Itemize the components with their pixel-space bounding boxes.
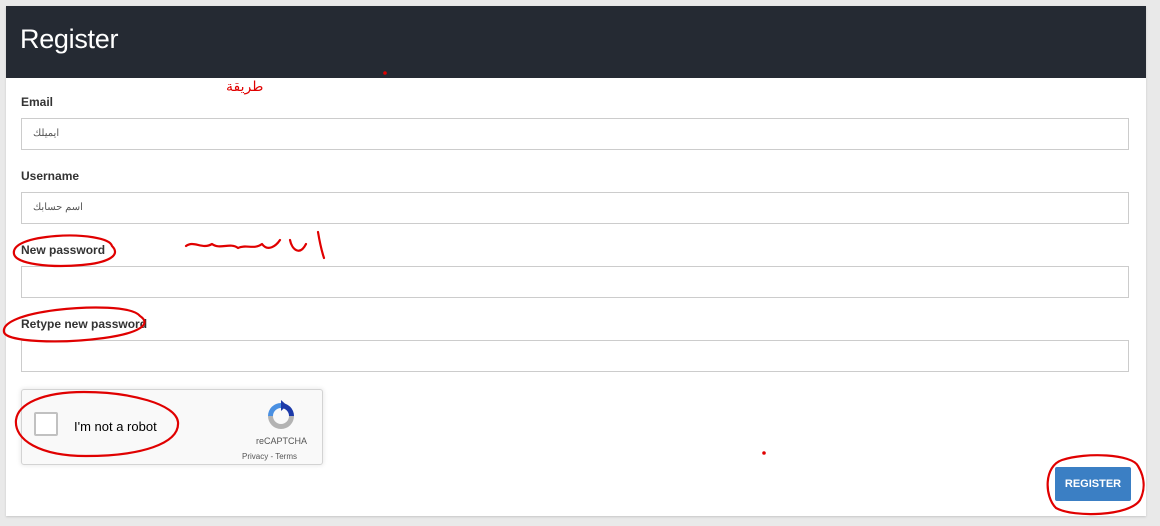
recaptcha-terms-link[interactable]: Terms <box>275 452 297 461</box>
email-value: ايميلك <box>33 128 60 139</box>
recaptcha-logo-icon <box>268 400 294 429</box>
email-label: Email <box>21 95 54 109</box>
recaptcha-links: Privacy - Terms <box>242 452 297 461</box>
username-value: اسم حسابك <box>33 202 83 213</box>
recaptcha-label: I'm not a robot <box>74 419 157 434</box>
page-header: Register <box>6 6 1146 78</box>
username-field[interactable]: اسم حسابك <box>21 192 1129 224</box>
recaptcha-brand: reCAPTCHA <box>256 436 308 446</box>
retype-password-label: Retype new password <box>21 317 148 331</box>
username-label: Username <box>21 169 80 183</box>
annotation-note: طريقة <box>226 79 264 95</box>
recaptcha-widget: I'm not a robot reCAPTCHA Privacy - Term… <box>21 389 323 465</box>
new-password-field[interactable] <box>21 266 1129 298</box>
email-field[interactable]: ايميلك <box>21 118 1129 150</box>
recaptcha-privacy-link[interactable]: Privacy <box>242 452 268 461</box>
page-title: Register <box>20 24 119 54</box>
register-panel: Register Email ايميلك Username اسم حسابك… <box>6 6 1146 516</box>
new-password-label: New password <box>21 243 106 257</box>
retype-password-field[interactable] <box>21 340 1129 372</box>
register-button[interactable]: REGISTER <box>1055 467 1131 501</box>
recaptcha-checkbox[interactable] <box>34 412 58 436</box>
